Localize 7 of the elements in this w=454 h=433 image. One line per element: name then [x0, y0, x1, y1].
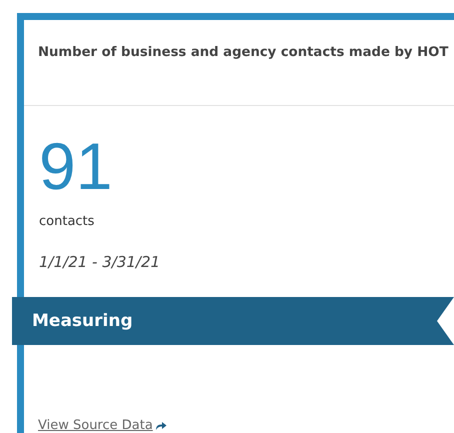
date-range: 1/1/21 - 3/31/21 [39, 253, 162, 271]
metric-unit: contacts [39, 214, 96, 229]
view-source-link[interactable]: View Source Data [38, 418, 153, 433]
card-title: Number of business and agency contacts made by HOT [38, 47, 450, 59]
banner-label: Measuring [32, 311, 133, 331]
arrow-icon [154, 421, 167, 430]
metric-value: 91 [39, 128, 114, 204]
